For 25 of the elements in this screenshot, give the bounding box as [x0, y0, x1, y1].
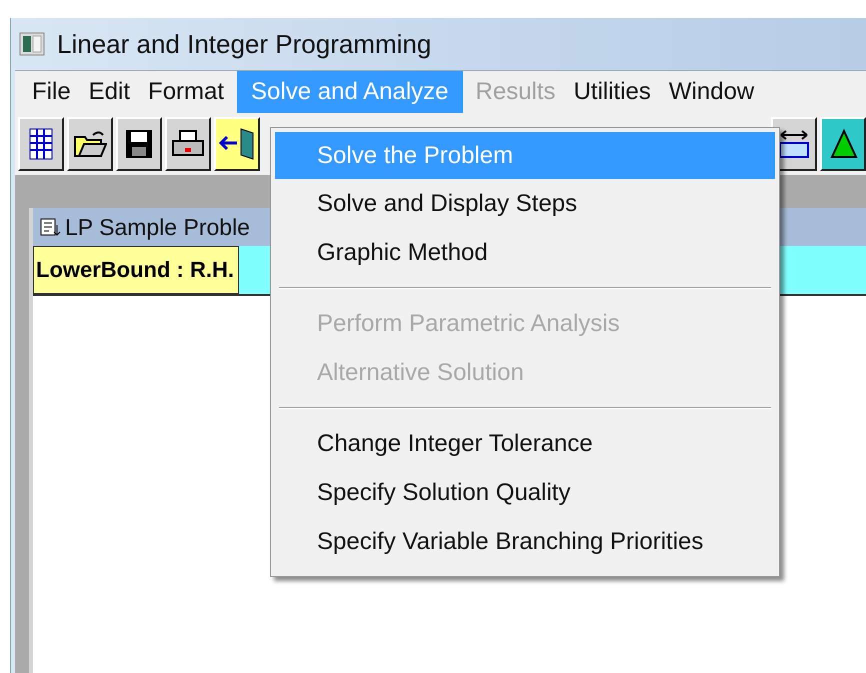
app-icon	[19, 32, 45, 56]
printer-icon	[171, 129, 205, 159]
menu-item[interactable]: Solve and Display Steps	[275, 179, 775, 228]
printer-button[interactable]	[165, 117, 211, 171]
menu-item[interactable]: Edit	[80, 71, 140, 113]
menu-item[interactable]: Graphic Method	[275, 228, 775, 277]
triangle-icon	[828, 127, 858, 161]
menu-item[interactable]: Utilities	[564, 71, 660, 113]
open-folder-button[interactable]	[67, 117, 113, 171]
document-icon	[39, 217, 61, 237]
new-grid-button[interactable]	[18, 117, 64, 171]
menu-item[interactable]: Specify Variable Branching Priorities	[275, 517, 775, 566]
child-window-title: LP Sample Proble	[65, 214, 250, 240]
window-title: Linear and Integer Programming	[57, 28, 432, 60]
graph-button[interactable]	[820, 117, 866, 171]
door-arrow-icon	[219, 127, 255, 161]
exit-door-button[interactable]	[214, 117, 260, 171]
menu-item[interactable]: Change Integer Tolerance	[275, 419, 775, 468]
save-disk-button[interactable]	[116, 117, 162, 171]
folder-icon	[73, 129, 107, 159]
menu-item[interactable]: Specify Solution Quality	[275, 468, 775, 517]
menu-item[interactable]: Format	[139, 71, 234, 113]
header-cell: LowerBound : R.H.	[33, 246, 239, 294]
menu-item[interactable]: Window	[660, 71, 764, 113]
menu-item[interactable]: File	[23, 71, 80, 113]
